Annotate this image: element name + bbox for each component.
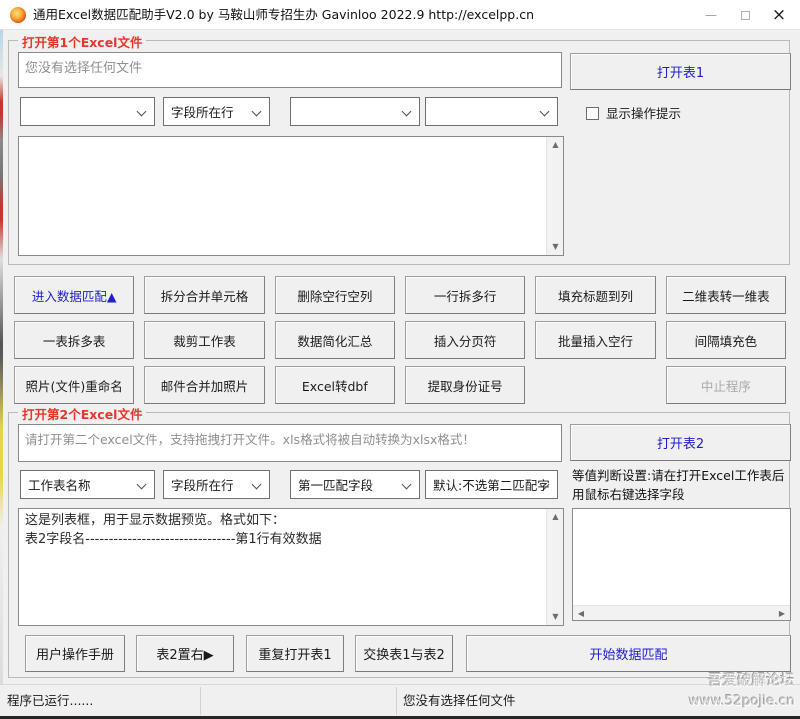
scroll-left-icon[interactable]: ◀ — [573, 606, 589, 621]
desktop-edge-bleed — [0, 30, 3, 684]
reopen-table1-button[interactable]: 重复打开表1 — [246, 635, 344, 672]
scroll-up-icon[interactable]: ▲ — [547, 137, 564, 153]
table1-preview-list[interactable]: ▲ ▼ — [18, 136, 564, 256]
table2-preview-list[interactable]: 这是列表框，用于显示数据预览。格式如下： 表2字段名--------------… — [18, 508, 564, 626]
tool-button-extract-id-number[interactable]: 提取身份证号 — [405, 366, 525, 404]
open-table1-button[interactable]: 打开表1 — [570, 53, 791, 90]
app-flame-icon — [10, 7, 26, 23]
status-divider — [396, 687, 397, 715]
tool-button-one-table-to-many[interactable]: 一表拆多表 — [14, 321, 134, 359]
file1-path-field[interactable]: 您没有选择任何文件 — [18, 52, 562, 88]
show-tips-label: 显示操作提示 — [606, 106, 681, 121]
title-bar: 通用Excel数据匹配助手V2.0 by 马鞍山师专招生办 Gavinloo 2… — [0, 0, 800, 30]
combo2-worksheet[interactable]: 工作表名称 — [20, 470, 155, 499]
scroll-down-icon[interactable]: ▼ — [547, 609, 564, 625]
equal-judgement-hint: 等值判断设置:请在打开Excel工作表后用鼠标右键选择字段 — [572, 466, 792, 504]
tool-button-mail-merge-add-photo[interactable]: 邮件合并加照片 — [144, 366, 264, 404]
swap-table1-table2-button[interactable]: 交换表1与表2 — [355, 635, 453, 672]
start-data-match-button[interactable]: 开始数据匹配 — [466, 635, 791, 672]
user-manual-button[interactable]: 用户操作手册 — [25, 635, 125, 672]
status-right: 您没有选择任何文件 — [403, 685, 516, 717]
scroll-right-icon[interactable]: ▶ — [774, 606, 790, 621]
combo1-match-field-1[interactable] — [290, 97, 420, 126]
combo2-worksheet-value: 工作表名称 — [28, 475, 91, 494]
status-divider — [200, 687, 201, 715]
scroll-down-icon[interactable]: ▼ — [547, 239, 564, 255]
show-tips-checkbox[interactable]: 显示操作提示 — [586, 103, 681, 122]
minimize-button[interactable]: — — [694, 0, 728, 30]
vertical-scrollbar[interactable]: ▲ ▼ — [546, 137, 563, 255]
tool-button-enter-data-match[interactable]: 进入数据匹配▲ — [14, 276, 134, 314]
minimize-icon: — — [705, 8, 717, 22]
chevron-down-icon — [252, 107, 262, 117]
combo1-field-row-value: 字段所在行 — [171, 102, 234, 121]
combo2-match-field-2[interactable]: 默认:不选第二匹配字 — [425, 470, 558, 499]
file2-path-field[interactable]: 请打开第二个excel文件，支持拖拽打开文件。xls格式将被自动转换为xlsx格… — [18, 424, 562, 462]
horizontal-scrollbar[interactable]: ◀ ▶ — [573, 605, 790, 620]
window-title: 通用Excel数据匹配助手V2.0 by 马鞍山师专招生办 Gavinloo 2… — [33, 0, 534, 30]
group1-label: 打开第1个Excel文件 — [18, 32, 146, 51]
maximize-icon — [741, 11, 750, 20]
tool-button-split-merged-cells[interactable]: 拆分合并单元格 — [144, 276, 264, 314]
preview-line-2: 表2字段名--------------------------------第1行… — [25, 531, 557, 550]
combo1-worksheet[interactable] — [20, 97, 155, 126]
checkbox-icon[interactable] — [586, 107, 599, 120]
tool-button-fill-title-to-column[interactable]: 填充标题到列 — [535, 276, 655, 314]
status-left: 程序已运行...... — [7, 685, 93, 717]
combo2-match-field-2-value: 默认:不选第二匹配字 — [433, 475, 550, 494]
chevron-down-icon — [402, 107, 412, 117]
tool-button-batch-insert-empty-rows[interactable]: 批量插入空行 — [535, 321, 655, 359]
tool-button-abort-program: 中止程序 — [666, 366, 786, 404]
status-bar: 程序已运行...... 您没有选择任何文件 — [0, 684, 800, 716]
equal-fields-list[interactable]: ◀ ▶ — [572, 508, 791, 621]
tool-button-one-row-to-many[interactable]: 一行拆多行 — [405, 276, 525, 314]
close-button[interactable]: × — [762, 0, 796, 30]
tool-button-photo-file-rename[interactable]: 照片(文件)重命名 — [14, 366, 134, 404]
watermark-line-1: 吾爱破解论坛 — [689, 671, 795, 692]
scroll-up-icon[interactable]: ▲ — [547, 509, 564, 525]
open-table2-button[interactable]: 打开表2 — [570, 424, 791, 461]
watermark: 吾爱破解论坛 www.52pojie.cn — [689, 671, 795, 712]
combo2-field-row[interactable]: 字段所在行 — [163, 470, 270, 499]
tool-button-excel-to-dbf[interactable]: Excel转dbf — [275, 366, 395, 404]
tool-button-data-simplify-summary[interactable]: 数据简化汇总 — [275, 321, 395, 359]
combo1-field-row[interactable]: 字段所在行 — [163, 97, 270, 126]
chevron-down-icon — [252, 480, 262, 490]
tool-button-trim-worksheet[interactable]: 裁剪工作表 — [144, 321, 264, 359]
group2-label: 打开第2个Excel文件 — [18, 404, 146, 423]
chevron-down-icon — [137, 480, 147, 490]
vertical-scrollbar[interactable]: ▲ ▼ — [546, 509, 563, 625]
combo1-match-field-2[interactable] — [425, 97, 558, 126]
chevron-down-icon — [402, 480, 412, 490]
watermark-line-2: www.52pojie.cn — [689, 692, 795, 712]
close-icon: × — [772, 5, 786, 25]
table2-dock-right-button[interactable]: 表2置右▶ — [136, 635, 234, 672]
preview-line-1: 这是列表框，用于显示数据预览。格式如下： — [25, 512, 557, 531]
tool-button-insert-page-break[interactable]: 插入分页符 — [405, 321, 525, 359]
tool-button-interval-fill-color[interactable]: 间隔填充色 — [666, 321, 786, 359]
chevron-down-icon — [540, 107, 550, 117]
combo2-match-field-1-value: 第一匹配字段 — [298, 475, 373, 494]
tool-button-2d-to-1d-table[interactable]: 二维表转一维表 — [666, 276, 786, 314]
chevron-down-icon — [137, 107, 147, 117]
tool-button-grid: 进入数据匹配▲ 拆分合并单元格 删除空行空列 一行拆多行 填充标题到列 二维表转… — [14, 276, 786, 404]
maximize-button[interactable] — [728, 0, 762, 30]
combo2-field-row-value: 字段所在行 — [171, 475, 234, 494]
tool-button-delete-empty-rows-cols[interactable]: 删除空行空列 — [275, 276, 395, 314]
combo2-match-field-1[interactable]: 第一匹配字段 — [290, 470, 420, 499]
